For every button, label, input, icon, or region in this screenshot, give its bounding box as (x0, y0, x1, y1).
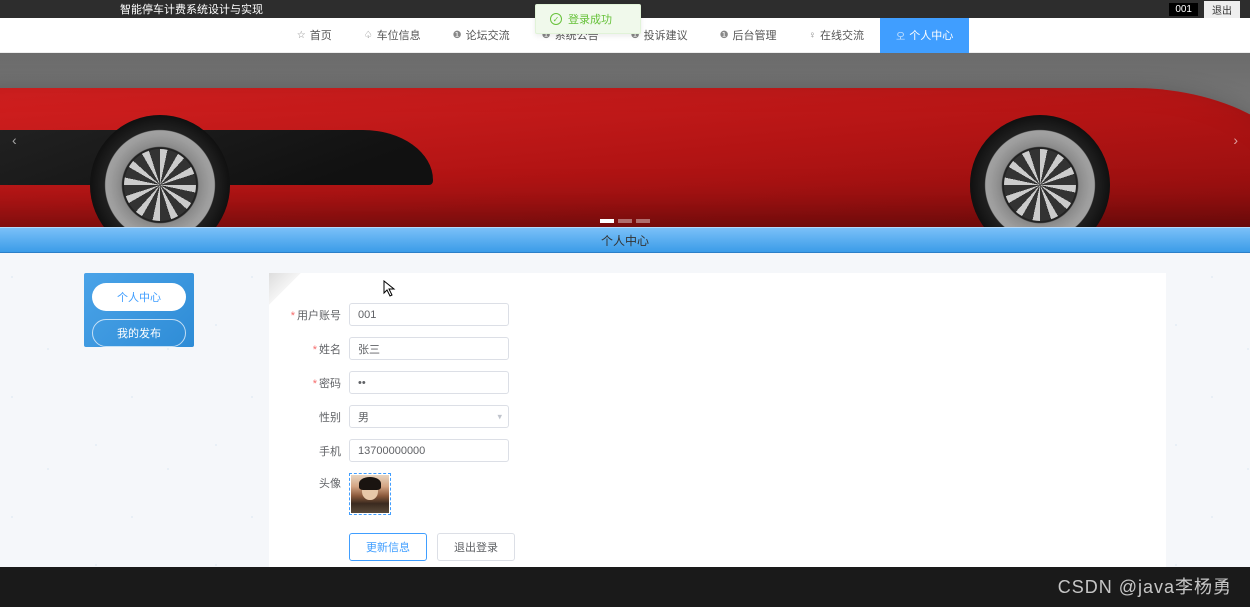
sidebar: 个人中心 我的发布 (84, 273, 194, 347)
nav-parking[interactable]: ♤ 车位信息 (348, 18, 437, 53)
row-account: *用户账号 (289, 303, 1146, 326)
nav-label: 车位信息 (377, 27, 421, 43)
logout-button[interactable]: 退出 (1204, 1, 1240, 18)
logout-session-button[interactable]: 退出登录 (437, 533, 515, 561)
info-icon: ❶ (720, 30, 729, 41)
label-avatar: 头像 (289, 473, 349, 491)
row-gender: 性别 ▾ (289, 405, 1146, 428)
sidebar-item-profile[interactable]: 个人中心 (92, 283, 186, 311)
nav-chat[interactable]: ♀在线交流 (793, 18, 881, 53)
carousel-dot-2[interactable] (618, 219, 632, 223)
toast-success: ✓ 登录成功 (535, 4, 641, 34)
content-area: 个人中心 我的发布 *用户账号 *姓名 *密码 性别 ▾ (0, 253, 1250, 581)
nav-label: 首页 (310, 27, 332, 43)
row-password: *密码 (289, 371, 1146, 394)
spade-icon: ♤ (364, 30, 373, 41)
info-icon: ❶ (453, 30, 462, 41)
carousel-next[interactable]: › (1225, 124, 1246, 156)
row-name: *姓名 (289, 337, 1146, 360)
label-phone: 手机 (289, 443, 349, 459)
label-password: *密码 (289, 375, 349, 391)
label-gender: 性别 (289, 409, 349, 425)
label-name: *姓名 (289, 341, 349, 357)
check-icon: ✓ (550, 13, 562, 25)
label-account: *用户账号 (289, 307, 349, 323)
topbar-right: 001 退出 (1169, 1, 1240, 18)
carousel-dot-3[interactable] (636, 219, 650, 223)
nav-label: 个人中心 (909, 27, 953, 43)
avatar-image (351, 475, 389, 513)
app-title: 智能停车计费系统设计与实现 (120, 1, 263, 17)
hero-carousel: ‹ › (0, 53, 1250, 227)
carousel-dots (600, 219, 650, 223)
update-button[interactable]: 更新信息 (349, 533, 427, 561)
nav-label: 投诉建议 (644, 27, 688, 43)
toast-text: 登录成功 (568, 11, 612, 27)
input-name[interactable] (349, 337, 509, 360)
sidebar-item-posts[interactable]: 我的发布 (92, 319, 186, 347)
section-title: 个人中心 (601, 232, 649, 249)
nav-label: 后台管理 (733, 27, 777, 43)
star-icon: ☆ (297, 30, 306, 41)
carousel-dot-1[interactable] (600, 219, 614, 223)
layout: 个人中心 我的发布 *用户账号 *姓名 *密码 性别 ▾ (84, 273, 1166, 581)
section-header: 个人中心 (0, 227, 1250, 253)
user-icon: 오 (896, 28, 905, 43)
nav-forum[interactable]: ❶ 论坛交流 (437, 18, 526, 53)
input-phone[interactable] (349, 439, 509, 462)
carousel-prev[interactable]: ‹ (4, 124, 25, 156)
button-row: 更新信息 退出登录 (349, 533, 1146, 561)
select-gender-wrap: ▾ (349, 405, 509, 428)
nav-label: 在线交流 (820, 27, 864, 43)
nav-home[interactable]: ☆ 首页 (281, 18, 348, 53)
nav-admin[interactable]: ❶ 后台管理 (704, 18, 793, 53)
input-account[interactable] (349, 303, 509, 326)
nav-label: 论坛交流 (466, 27, 510, 43)
current-user: 001 (1169, 3, 1198, 16)
avatar-upload[interactable] (349, 473, 391, 515)
form-panel: *用户账号 *姓名 *密码 性别 ▾ 手机 (269, 273, 1166, 581)
nav-profile[interactable]: 오 个人中心 (880, 18, 969, 53)
row-avatar: 头像 (289, 473, 1146, 515)
select-gender[interactable] (349, 405, 509, 428)
row-phone: 手机 (289, 439, 1146, 462)
panel-corner-fold (269, 273, 301, 305)
chat-icon: ♀ (809, 30, 817, 41)
watermark: CSDN @java李杨勇 (1058, 573, 1232, 599)
input-password[interactable] (349, 371, 509, 394)
